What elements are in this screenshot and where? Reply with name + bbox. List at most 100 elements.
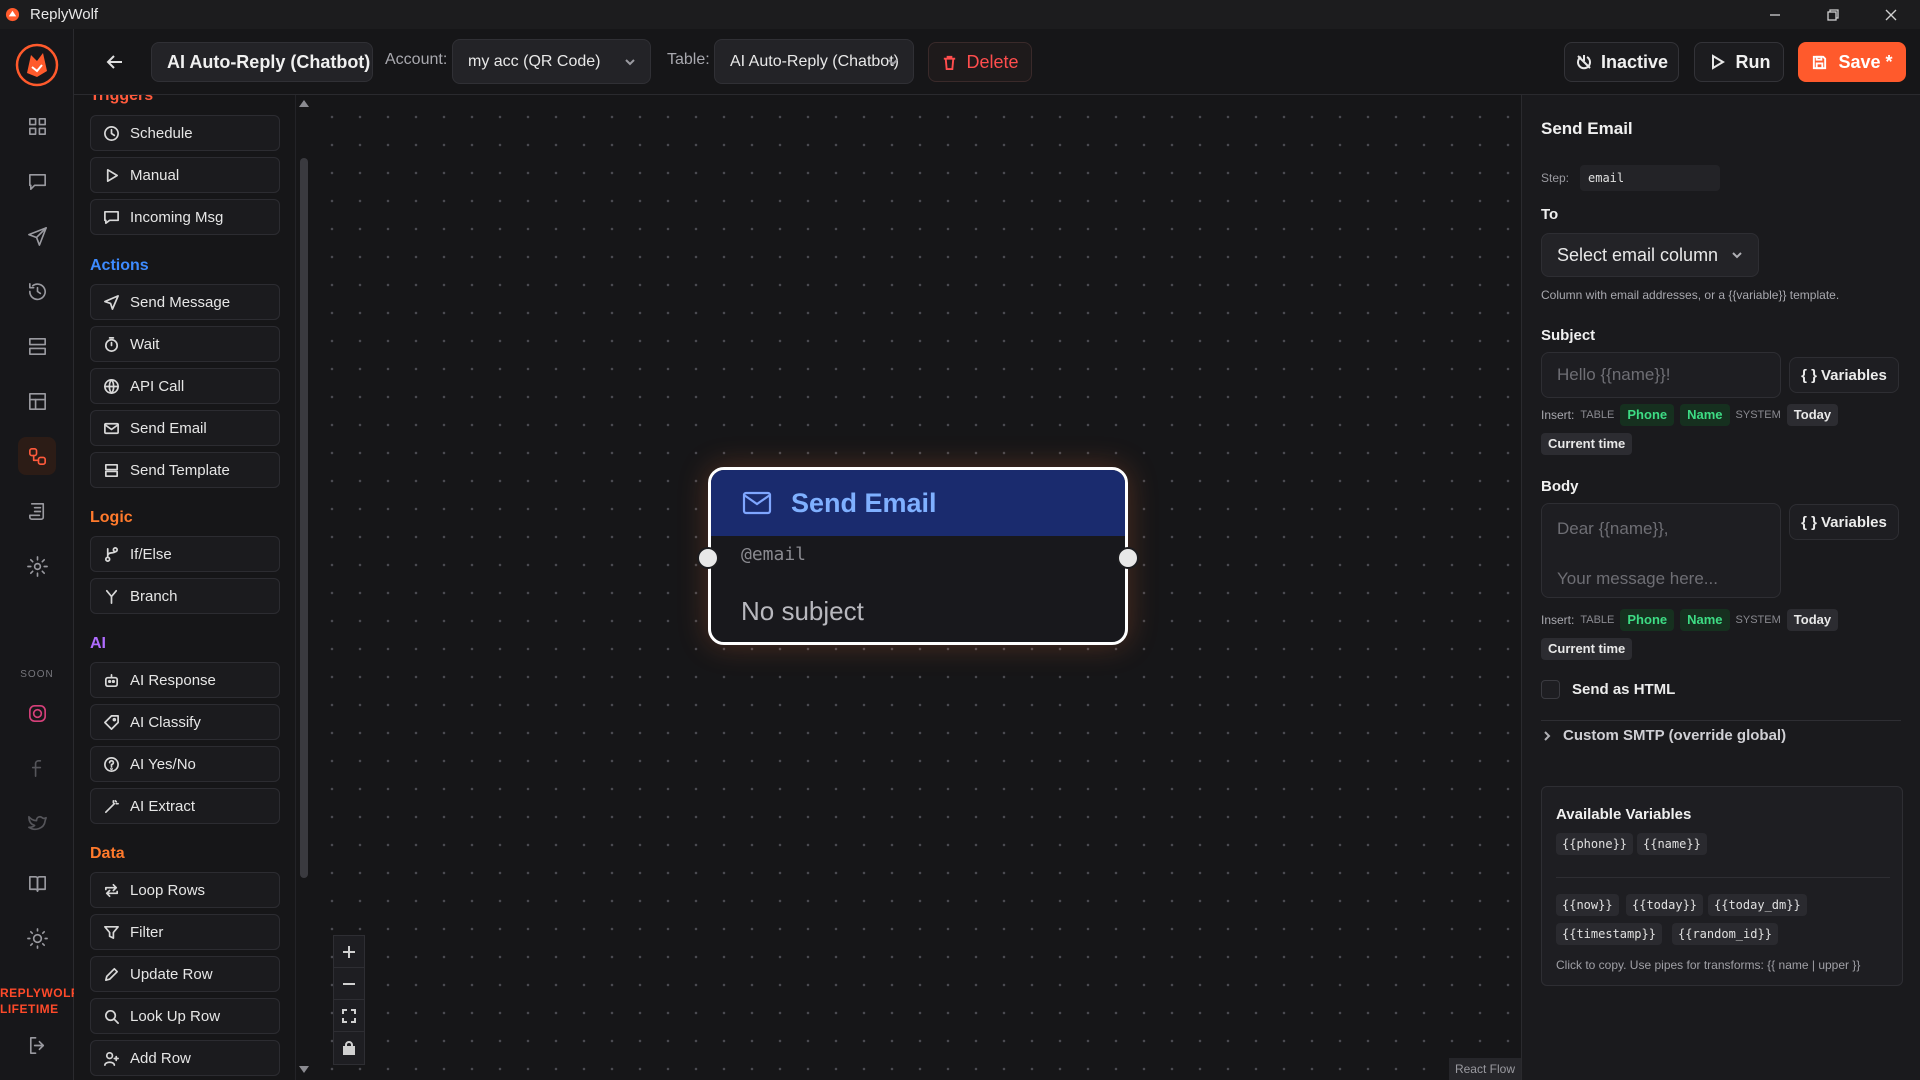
variable-chip-timestamp[interactable]: {{timestamp}} [1556,923,1662,945]
body-variables-button[interactable]: { } Variables [1789,504,1899,540]
account-select[interactable]: my acc (QR Code) [452,39,651,84]
title-bar: ReplyWolf [0,0,1920,29]
send-email-node[interactable]: Send Email @email No subject [697,467,1139,645]
run-label: Run [1735,51,1771,72]
variable-chip-random-id[interactable]: {{random_id}} [1672,923,1778,945]
instagram-icon [28,704,46,722]
insert-today-chip[interactable]: Today [1786,609,1839,631]
plus-icon [343,945,355,958]
palette-item-send-email[interactable]: Send Email [90,410,280,446]
nav-twitter[interactable] [18,804,56,842]
lock-button[interactable] [334,1032,364,1064]
subject-variables-button[interactable]: { } Variables [1789,357,1899,393]
body-textarea[interactable]: Dear {{name}}, Your message here... [1541,503,1781,598]
palette-item-api-call[interactable]: API Call [90,368,280,404]
palette-item-label: AI Yes/No [130,755,196,773]
palette-item-label: Manual [130,166,180,184]
zoom-in-button[interactable] [334,936,364,968]
palette-item-if-else[interactable]: If/Else [90,536,280,572]
run-button[interactable]: Run [1694,42,1784,82]
save-button[interactable]: Save * [1798,42,1906,82]
scroll-icon [28,502,44,520]
workflow-name-input[interactable]: AI Auto-Reply (Chatbot) [151,42,373,82]
scrollbar-thumb[interactable] [300,158,308,878]
floppy-icon [1813,55,1827,69]
palette-item-loop-rows[interactable]: Loop Rows [90,872,280,908]
palette-item-branch[interactable]: Branch [90,578,280,614]
insert-phone-chip[interactable]: Phone [1620,609,1675,631]
insert-today-chip[interactable]: Today [1786,404,1839,426]
send-as-html-checkbox[interactable] [1541,680,1560,699]
scroll-up-icon[interactable] [299,100,309,107]
wolf-logo-icon[interactable] [15,43,59,87]
palette-item-send-template[interactable]: Send Template [90,452,280,488]
palette-item-incoming-msg[interactable]: Incoming Msg [90,199,280,235]
close-button[interactable] [1862,0,1920,29]
grid-icon [28,117,46,135]
template-icon [104,463,119,477]
palette-item-look-up-row[interactable]: Look Up Row [90,998,280,1034]
insert-name-chip[interactable]: Name [1680,609,1730,631]
palette-item-schedule[interactable]: Schedule [90,115,280,151]
palette-item-ai-response[interactable]: AI Response [90,662,280,698]
react-flow-attribution[interactable]: React Flow [1448,1058,1521,1080]
nav-campaigns[interactable] [18,217,56,255]
activate-toggle-button[interactable]: Inactive [1564,42,1679,82]
palette-scrollbar[interactable] [298,98,310,1078]
palette-item-update-row[interactable]: Update Row [90,956,280,992]
step-id-input[interactable]: email [1580,165,1720,191]
group-data: Data [90,845,125,862]
palette-item-add-row[interactable]: Add Row [90,1040,280,1076]
variable-chip-name[interactable]: {{name}} [1637,833,1707,855]
group-logic: Logic [90,509,133,526]
delete-button[interactable]: Delete [928,42,1032,82]
nav-workflows[interactable] [18,437,56,475]
palette-item-send-message[interactable]: Send Message [90,284,280,320]
braces-icon: { } [1801,366,1817,384]
node-output-handle[interactable] [1117,547,1139,569]
node-input-handle[interactable] [697,547,719,569]
account-select-value: my acc (QR Code) [468,53,601,70]
nav-facebook[interactable] [18,749,56,787]
variable-chip-today-dm[interactable]: {{today_dm}} [1708,894,1807,916]
nav-docs[interactable] [18,864,56,902]
scroll-down-icon[interactable] [299,1066,309,1073]
restore-button[interactable] [1804,0,1862,29]
table-select[interactable]: AI Auto-Reply (Chatbot) [714,39,914,84]
subject-input[interactable]: Hello {{name}}! [1541,352,1781,398]
email-column-select[interactable]: Select email column [1541,233,1759,277]
nav-logs[interactable] [18,492,56,530]
flow-canvas[interactable]: Send Email @email No subject React Flow [310,95,1521,1080]
variable-chip-today[interactable]: {{today}} [1626,894,1704,916]
palette-item-filter[interactable]: Filter [90,914,280,950]
minimize-button[interactable] [1746,0,1804,29]
nav-templates[interactable] [18,327,56,365]
nav-history[interactable] [18,272,56,310]
back-button[interactable] [98,45,132,79]
workflow-icon [28,447,46,465]
sun-icon [26,927,48,949]
nav-messages[interactable] [18,162,56,200]
insert-current-time-chip[interactable]: Current time [1541,638,1633,660]
insert-phone-chip[interactable]: Phone [1620,404,1675,426]
nav-theme[interactable] [18,919,56,957]
variable-chip-now[interactable]: {{now}} [1556,894,1619,916]
palette-item-ai-classify[interactable]: AI Classify [90,704,280,740]
variable-chip-phone[interactable]: {{phone}} [1556,833,1634,855]
fit-view-button[interactable] [334,1000,364,1032]
palette-item-ai-extract[interactable]: AI Extract [90,788,280,824]
palette-item-manual[interactable]: Manual [90,157,280,193]
nav-settings[interactable] [18,547,56,585]
nav-instagram[interactable] [18,694,56,732]
nav-logout[interactable] [18,1026,56,1064]
account-label: Account: [385,51,448,68]
nav-tables[interactable] [18,382,56,420]
custom-smtp-toggle[interactable]: Custom SMTP (override global) [1541,727,1786,744]
palette-item-ai-yes-no[interactable]: AI Yes/No [90,746,280,782]
palette-item-wait[interactable]: Wait [90,326,280,362]
zoom-out-button[interactable] [334,968,364,1000]
insert-name-chip[interactable]: Name [1680,404,1730,426]
restore-icon [1827,8,1839,21]
insert-current-time-chip[interactable]: Current time [1541,433,1633,455]
nav-dashboard[interactable] [18,107,56,145]
